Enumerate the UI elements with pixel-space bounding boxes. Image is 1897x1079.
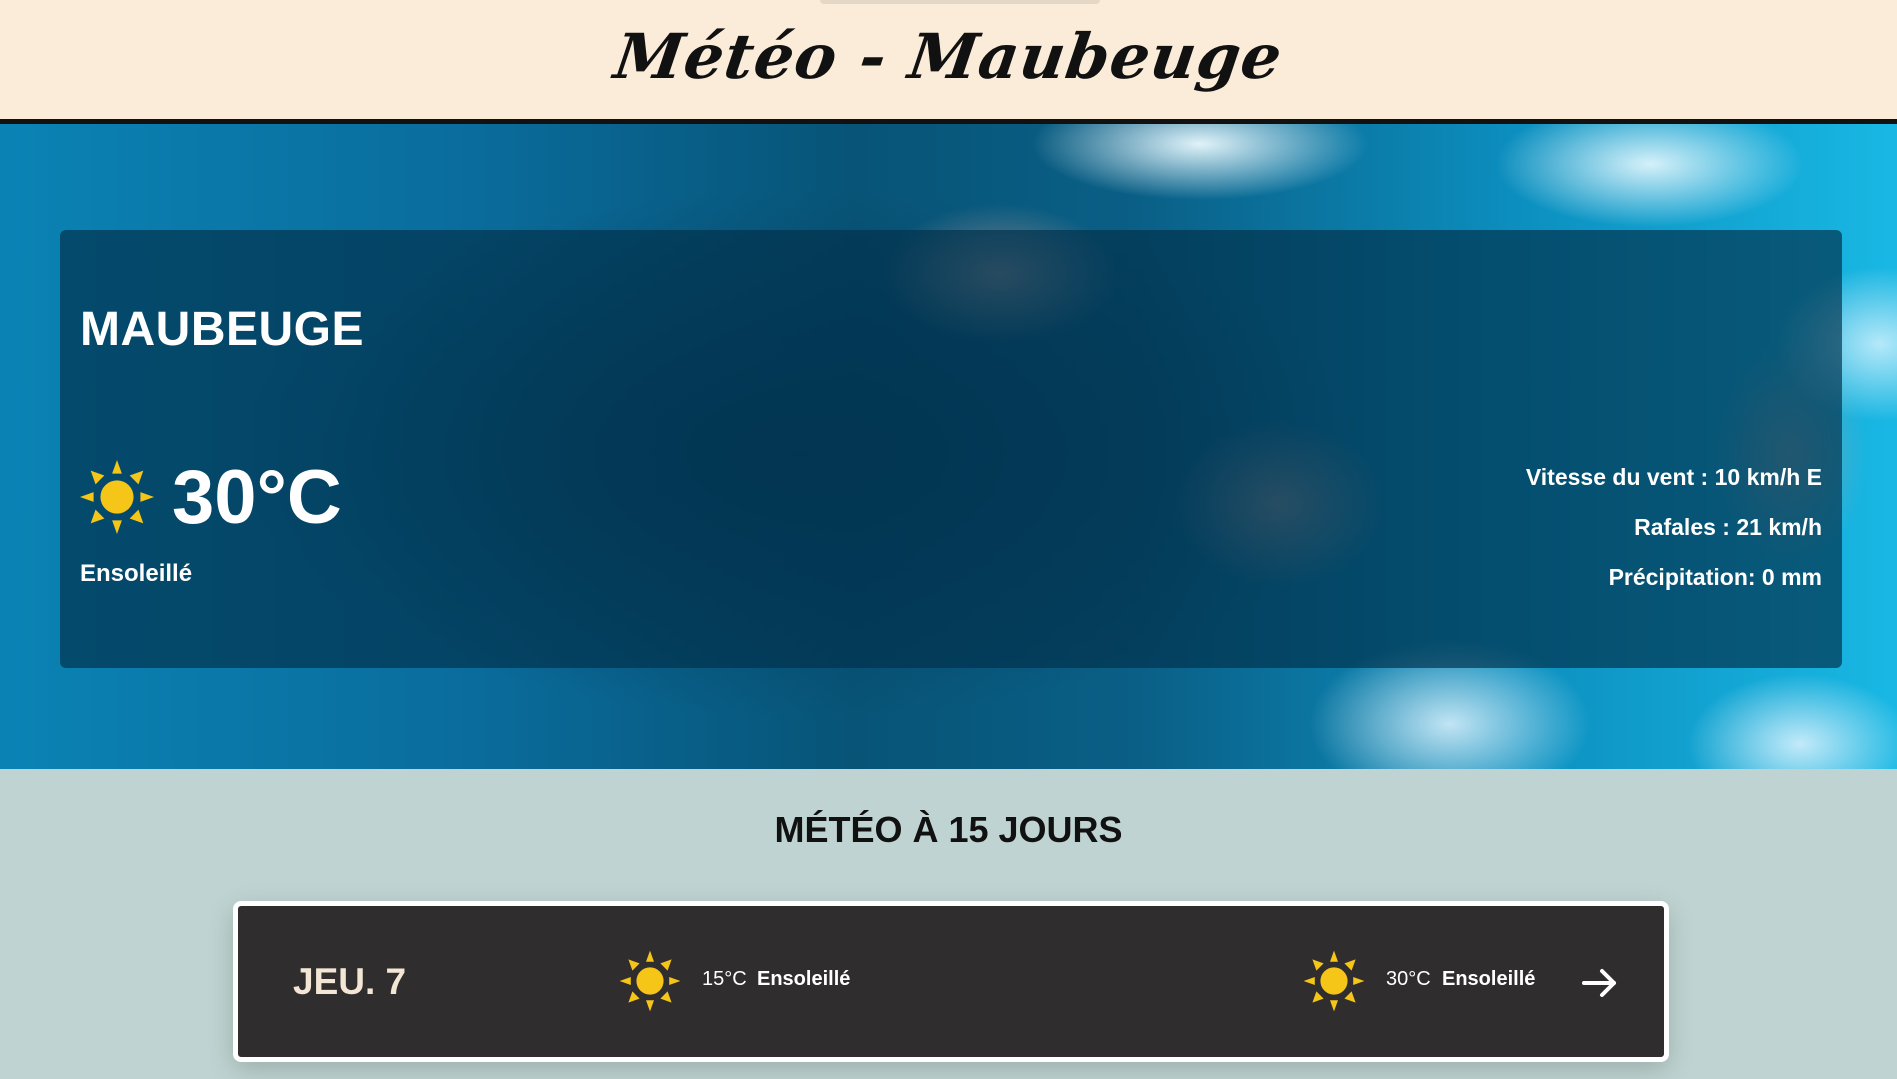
sun-icon — [79, 459, 155, 535]
morning-temperature: 15°C — [702, 968, 747, 990]
forecast-title: MÉTÉO À 15 JOURS — [774, 809, 1123, 850]
sun-icon — [619, 950, 681, 1012]
weather-details: Vitesse du vent : 10 km/h E Rafales : 21… — [1526, 452, 1822, 602]
forecast-day-row[interactable]: JEU. 7 15°C Ensoleillé 30°C Ensoleillé — [233, 901, 1669, 1062]
current-temperature: 30°C — [172, 455, 342, 540]
wind-speed: Vitesse du vent : 10 km/h E — [1525, 464, 1822, 490]
precipitation: Précipitation: 0 mm — [1608, 564, 1822, 590]
day-label: JEU. 7 — [293, 961, 407, 1002]
site-title: Météo - Maubeuge — [609, 20, 1288, 93]
sun-icon — [1303, 950, 1365, 1012]
current-weather-card: MAUBEUGE 30°C Ensoleillé Vitesse du vent… — [60, 230, 1842, 668]
arrow-right-icon[interactable] — [1578, 961, 1622, 1005]
afternoon-temperature: 30°C — [1386, 968, 1431, 990]
afternoon-condition: Ensoleillé — [1442, 968, 1536, 990]
header-tab — [820, 0, 1100, 4]
hero-banner: MAUBEUGE 30°C Ensoleillé Vitesse du vent… — [0, 124, 1897, 769]
morning-condition: Ensoleillé — [757, 968, 851, 990]
current-condition: Ensoleillé — [80, 560, 193, 587]
site-header: Météo - Maubeuge — [0, 0, 1897, 124]
city-name: MAUBEUGE — [80, 303, 365, 356]
wind-gusts: Rafales : 21 km/h — [1634, 514, 1822, 540]
